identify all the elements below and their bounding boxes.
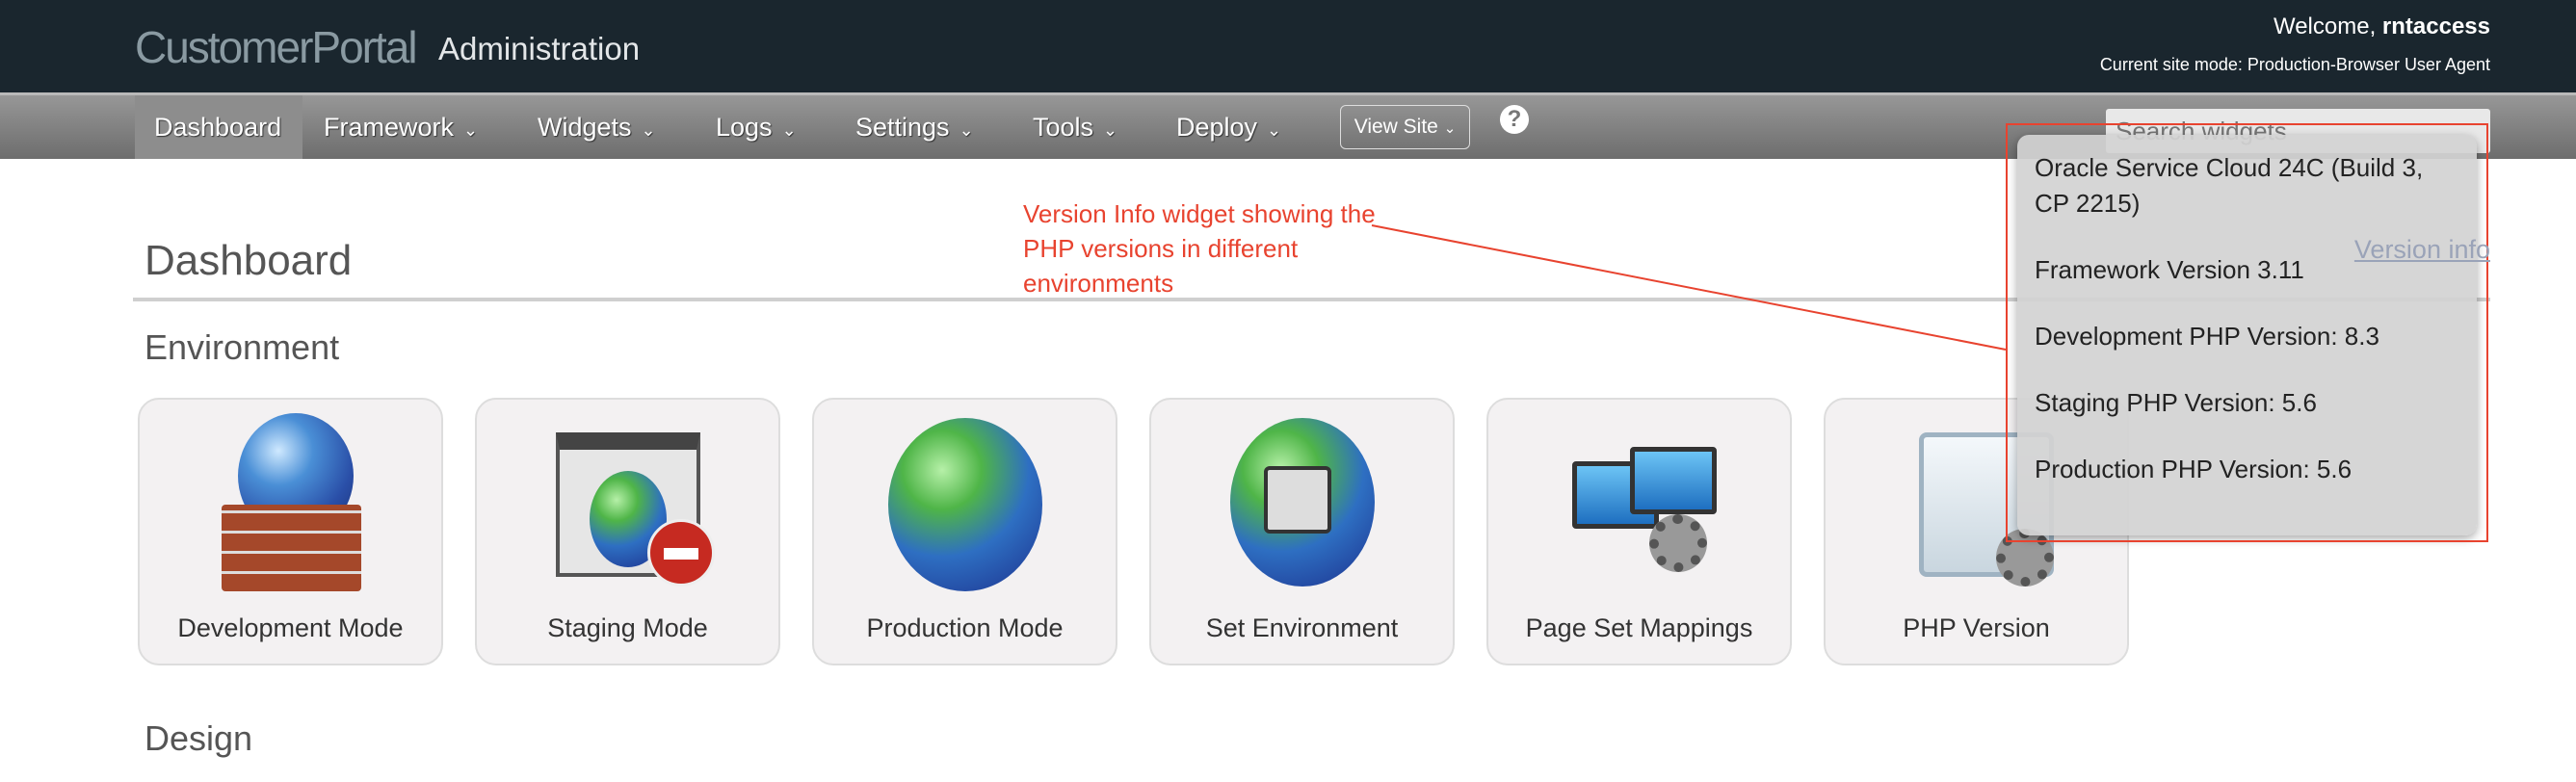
nav-label: Framework	[324, 113, 455, 142]
globe-window-stop-icon	[532, 413, 724, 596]
nav-tools[interactable]: Tools ⌄	[1013, 95, 1137, 159]
site-mode: Current site mode: Production-Browser Us…	[2099, 55, 2490, 74]
chevron-down-icon: ⌄	[641, 120, 656, 140]
version-info-link[interactable]: Version info	[2354, 235, 2490, 265]
annotation-text: Version Info widget showing the PHP vers…	[1023, 199, 1376, 298]
chevron-down-icon: ⌄	[463, 120, 479, 140]
card-staging-mode[interactable]: Staging Mode	[475, 398, 780, 665]
brand-subtitle: Administration	[438, 31, 641, 66]
card-label: PHP Version	[1903, 613, 2050, 642]
globe-firewall-icon	[195, 413, 387, 596]
card-label: Production Mode	[866, 613, 1064, 642]
nav-settings[interactable]: Settings ⌄	[836, 95, 993, 159]
card-label: Development Mode	[177, 613, 404, 642]
card-label: Staging Mode	[547, 613, 708, 642]
username[interactable]: rntaccess	[2382, 13, 2490, 39]
view-site-button[interactable]: View Site ⌄	[1340, 105, 1470, 149]
card-page-set-mappings[interactable]: Page Set Mappings	[1486, 398, 1792, 665]
nav-deploy[interactable]: Deploy ⌄	[1157, 95, 1301, 159]
chevron-down-icon: ⌄	[781, 120, 797, 140]
header-bar: CustomerPortal Administration Welcome, r…	[0, 0, 2576, 92]
nav-widgets[interactable]: Widgets ⌄	[518, 95, 675, 159]
nav-label: Dashboard	[154, 113, 282, 142]
page-title: Dashboard	[145, 237, 353, 284]
help-icon[interactable]: ?	[1500, 105, 1529, 134]
nav-label: Logs	[716, 113, 773, 142]
chevron-down-icon: ⌄	[1443, 120, 1457, 137]
globe-icon	[869, 413, 1062, 596]
nav-label: Tools	[1033, 113, 1094, 142]
view-site-label: View Site	[1354, 116, 1438, 138]
nav-label: Settings	[855, 113, 950, 142]
welcome-text: Welcome, rntaccess	[2274, 13, 2490, 40]
nav-dashboard[interactable]: Dashboard	[135, 95, 302, 159]
monitors-gear-icon	[1543, 413, 1736, 596]
nav-label: Deploy	[1176, 113, 1258, 142]
globe-switch-icon	[1206, 413, 1399, 596]
brand-logo[interactable]: CustomerPortal	[135, 21, 418, 73]
section-design: Design	[145, 718, 253, 758]
section-environment: Environment	[145, 327, 340, 367]
nav-logs[interactable]: Logs ⌄	[697, 95, 816, 159]
welcome-prefix: Welcome,	[2273, 13, 2377, 39]
chevron-down-icon: ⌄	[1103, 120, 1118, 140]
chevron-down-icon: ⌄	[959, 120, 974, 140]
chevron-down-icon: ⌄	[1267, 120, 1282, 140]
card-label: Set Environment	[1205, 613, 1399, 642]
annotation-highlight-box	[2006, 123, 2488, 542]
nav-label: Widgets	[538, 113, 632, 142]
card-production-mode[interactable]: Production Mode	[812, 398, 1117, 665]
nav-framework[interactable]: Framework ⌄	[304, 95, 497, 159]
card-label: Page Set Mappings	[1525, 613, 1753, 642]
card-development-mode[interactable]: Development Mode	[138, 398, 443, 665]
card-set-environment[interactable]: Set Environment	[1149, 398, 1455, 665]
